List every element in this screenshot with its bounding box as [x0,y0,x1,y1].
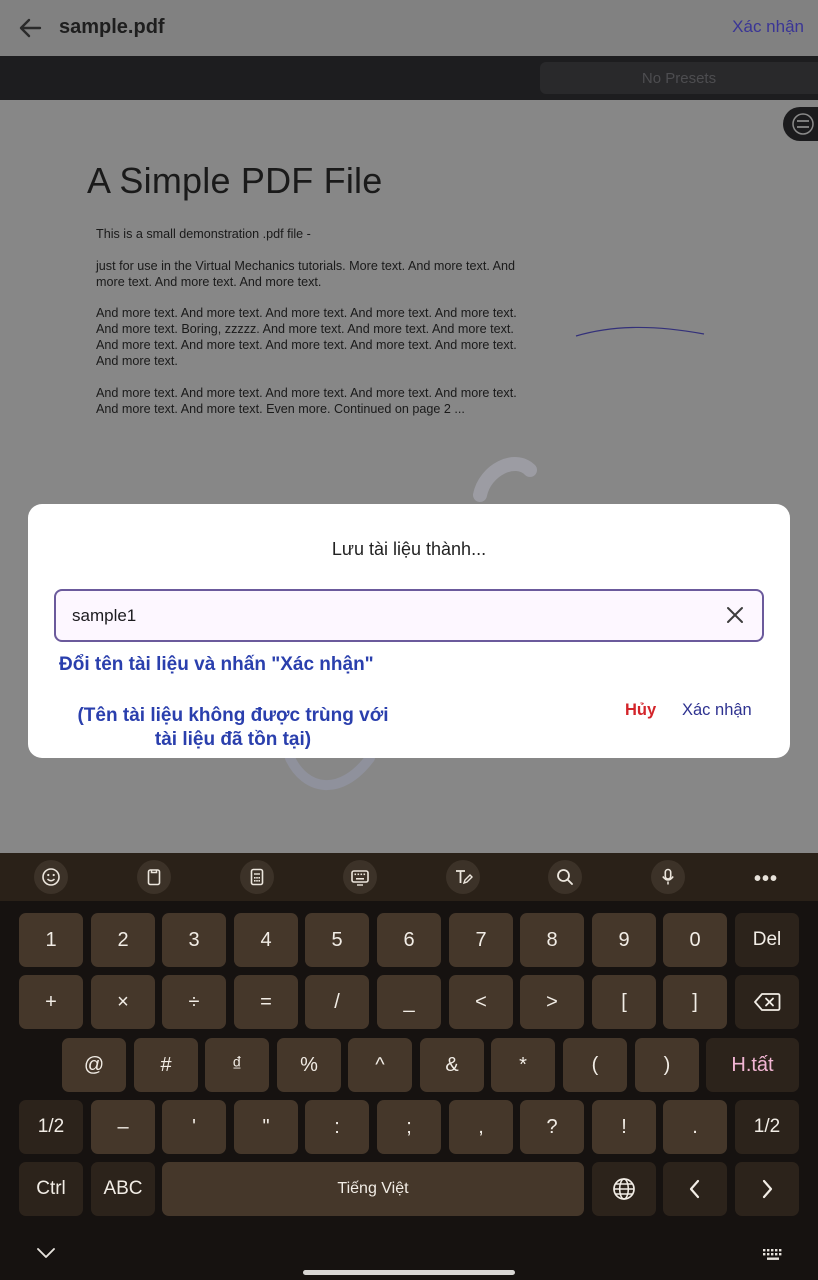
more-icon[interactable]: ••• [754,868,778,891]
key-multiply[interactable]: × [91,975,155,1029]
key-percent[interactable]: % [277,1038,341,1092]
keyboard-toolbar [0,853,818,901]
confirm-button[interactable]: Xác nhận [682,701,752,720]
backspace-icon [754,993,781,1011]
key-question[interactable]: ? [520,1100,584,1154]
key-1[interactable]: 1 [19,913,83,967]
emoji-icon[interactable] [34,860,68,894]
search-icon[interactable] [548,860,582,894]
unique-name-hint-line2: tài liệu đã tồn tại) [154,729,312,750]
abc-key[interactable]: ABC [91,1162,155,1216]
key-equals[interactable]: = [234,975,298,1029]
hide-keyboard-icon[interactable] [36,1246,56,1260]
pdf-heading: A Simple PDF File [87,160,383,201]
pdf-paragraph: just for use in the Virtual Mechanics tu… [96,259,516,289]
key-7[interactable]: 7 [449,913,513,967]
cursor-right-key[interactable] [735,1162,799,1216]
unique-name-hint: (Tên tài liệu không được trùng với tài l… [48,704,418,752]
key-close-paren[interactable]: ) [635,1038,699,1092]
clear-icon[interactable] [724,604,746,626]
unique-name-hint-line1: (Tên tài liệu không được trùng với [77,705,389,726]
key-dash[interactable]: – [91,1100,155,1154]
editor-toolbar: No Presets [0,56,818,100]
document-title: sample.pdf [59,16,165,38]
key-2[interactable]: 2 [91,913,155,967]
key-greater-than[interactable]: > [520,975,584,1029]
globe-icon [613,1178,635,1200]
top-confirm-button[interactable]: Xác nhận [732,17,804,37]
watermark-logo [473,457,537,502]
filename-field[interactable] [54,589,764,642]
back-arrow-icon[interactable] [14,12,46,44]
key-comma[interactable]: , [449,1100,513,1154]
chevron-left-icon [689,1179,700,1199]
key-less-than[interactable]: < [449,975,513,1029]
calculator-icon[interactable] [240,860,274,894]
language-key[interactable] [592,1162,656,1216]
key-quote[interactable]: " [234,1100,298,1154]
keyboard-layout-icon[interactable] [343,860,377,894]
key-8[interactable]: 8 [520,913,584,967]
pdf-paragraph: And more text. And more text. And more t… [96,306,517,368]
clipboard-icon[interactable] [137,860,171,894]
key-semicolon[interactable]: ; [377,1100,441,1154]
cursor-left-key[interactable] [663,1162,727,1216]
key-open-paren[interactable]: ( [563,1038,627,1092]
pdf-paragraph: And more text. And more text. And more t… [96,386,517,416]
side-menu-handle[interactable] [783,107,818,141]
dialog-title: Lưu tài liệu thành... [331,539,487,559]
backspace-key[interactable] [735,975,799,1029]
handwriting-icon[interactable] [446,860,480,894]
ink-annotation [575,326,705,337]
key-slash[interactable]: / [305,975,369,1029]
filename-input[interactable] [72,591,692,640]
key-3[interactable]: 3 [162,913,226,967]
rename-hint: Đổi tên tài liệu và nhấn "Xác nhận" [59,654,374,675]
presets-selector[interactable]: No Presets [540,62,818,94]
ctrl-key[interactable]: Ctrl [19,1162,83,1216]
keyboard: 1 2 3 4 5 6 7 8 9 0 Del + × ÷ = / _ < > … [0,901,818,1280]
key-ampersand[interactable]: & [420,1038,484,1092]
done-key[interactable]: H.tất [706,1038,799,1092]
key-4[interactable]: 4 [234,913,298,967]
page-toggle-key[interactable]: 1/2 [19,1100,83,1154]
key-period[interactable]: . [663,1100,727,1154]
keyboard-switch-icon[interactable] [762,1248,784,1262]
app-bar: sample.pdf Xác nhận [0,0,818,56]
microphone-icon[interactable] [651,860,685,894]
key-exclamation[interactable]: ! [592,1100,656,1154]
key-close-bracket[interactable]: ] [663,975,727,1029]
save-as-dialog: Lưu tài liệu thành... Đổi tên tài liệu v… [28,504,790,758]
key-9[interactable]: 9 [592,913,656,967]
key-caret[interactable]: ^ [348,1038,412,1092]
delete-key[interactable]: Del [735,913,799,967]
key-asterisk[interactable]: * [491,1038,555,1092]
key-underscore[interactable]: _ [377,975,441,1029]
page-toggle-key[interactable]: 1/2 [735,1100,799,1154]
key-colon[interactable]: : [305,1100,369,1154]
key-dong[interactable]: ₫ [205,1038,269,1092]
key-5[interactable]: 5 [305,913,369,967]
space-key[interactable]: Tiếng Việt [162,1162,584,1216]
cancel-button[interactable]: Hủy [625,701,656,720]
key-apostrophe[interactable]: ' [162,1100,226,1154]
key-6[interactable]: 6 [377,913,441,967]
key-at[interactable]: @ [62,1038,126,1092]
key-0[interactable]: 0 [663,913,727,967]
key-divide[interactable]: ÷ [162,975,226,1029]
chevron-right-icon [762,1179,773,1199]
key-plus[interactable]: + [19,975,83,1029]
watermark-logo [285,753,375,790]
key-hash[interactable]: # [134,1038,198,1092]
gesture-bar[interactable] [303,1270,515,1275]
key-open-bracket[interactable]: [ [592,975,656,1029]
pdf-paragraph: This is a small demonstration .pdf file … [96,227,311,241]
